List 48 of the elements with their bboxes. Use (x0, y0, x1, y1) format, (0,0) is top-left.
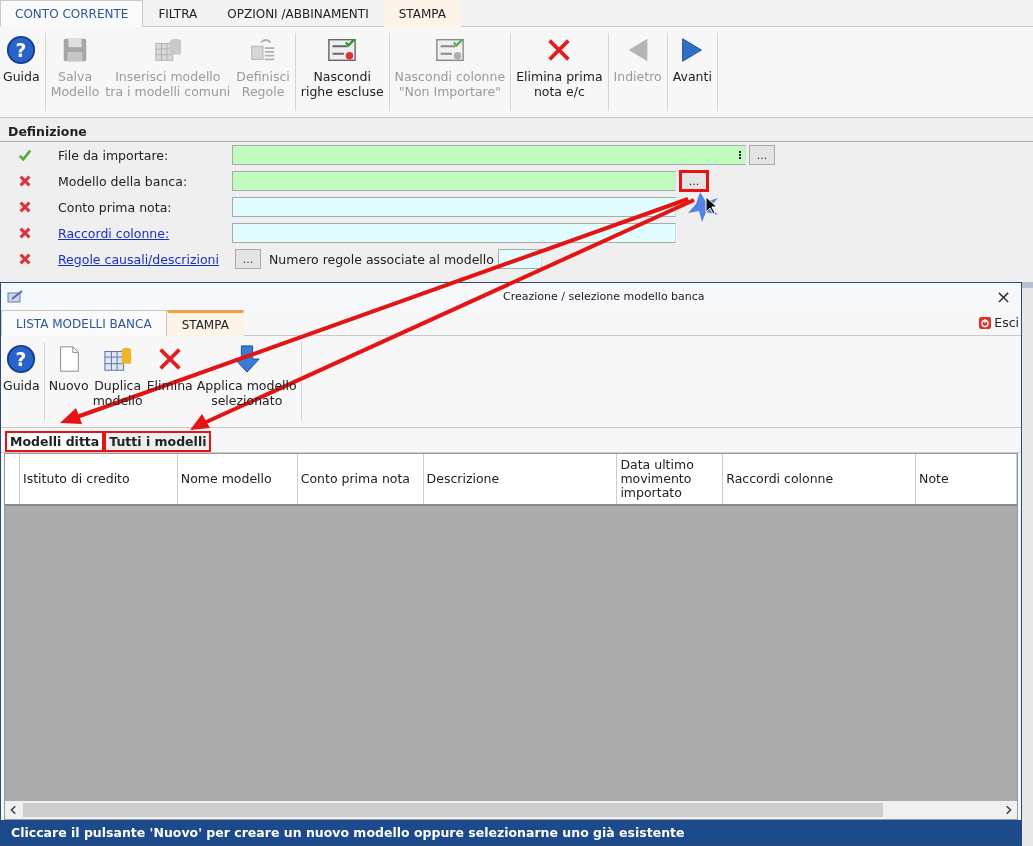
column-header[interactable]: Descrizione (423, 454, 618, 504)
column-header[interactable]: Raccordi colonne (723, 454, 917, 504)
toolbar-button[interactable]: ? Guida (1, 340, 42, 423)
ribbon-tab[interactable]: STAMPA (383, 0, 461, 27)
field-label: File da importare: (57, 147, 170, 163)
apply-icon (231, 344, 262, 374)
view-tab[interactable]: Tutti i modelli (104, 431, 212, 452)
toolbar-button[interactable]: Avanti (669, 31, 715, 113)
toolbar-button[interactable]: Nuovo (46, 340, 91, 423)
column-header[interactable]: Conto prima nota (297, 454, 424, 504)
window-title: Creazione / selezione modello banca (503, 290, 705, 303)
section-title: Definizione (0, 118, 1033, 142)
link[interactable]: Regole causali/descrizioni (32, 251, 232, 267)
ribbon-tab[interactable]: STAMPA (166, 310, 244, 337)
input-field[interactable] (232, 223, 676, 243)
horizontal-scrollbar[interactable] (5, 801, 1017, 819)
input-field[interactable] (232, 171, 676, 191)
power-icon (979, 316, 992, 329)
column-header[interactable]: Data ultimo movimento importato (617, 454, 724, 504)
browse-button[interactable]: ... (749, 145, 775, 165)
input-field[interactable] (232, 197, 676, 217)
field-label: Numero regole associate al modello (269, 251, 494, 267)
window-icon (7, 288, 23, 305)
help-icon: ? (6, 35, 37, 65)
toolbar-button[interactable]: Nascondi righe escluse (297, 31, 387, 113)
field-label: Modello della banca: (57, 173, 189, 189)
scroll-right-icon[interactable] (1003, 805, 1013, 815)
exit-button[interactable]: Esci (977, 310, 1021, 335)
toolbar-button[interactable]: ? Guida (0, 31, 43, 113)
ribbon-tab[interactable]: FILTRA (143, 0, 213, 27)
ribbon-tab[interactable]: CONTO CORRENTE (0, 0, 144, 27)
ribbon-tab[interactable]: LISTA MODELLI BANCA (1, 310, 167, 337)
toolbar-button[interactable]: Elimina prima nota e/c (513, 31, 606, 113)
column-header[interactable]: Note (916, 454, 1017, 504)
scroll-left-icon[interactable] (9, 805, 19, 815)
cursor-icon (688, 192, 718, 222)
browse-button[interactable]: ... (679, 170, 709, 192)
browse-button[interactable]: ... (235, 249, 261, 269)
link[interactable]: Raccordi colonne: (32, 225, 232, 241)
status-bar: Cliccare il pulsante 'Nuovo' per creare un nuovo modello oppure selezionarne uno già esistente (1, 820, 1021, 845)
view-tab[interactable]: Modelli ditta (5, 431, 105, 452)
ribbon-tab[interactable]: OPZIONI /ABBINAMENTI (212, 0, 384, 27)
field-label: Conto prima nota: (57, 199, 173, 215)
column-header[interactable]: Istituto di credito (20, 454, 178, 504)
close-button[interactable]: × (991, 286, 1015, 307)
input-field[interactable] (232, 145, 746, 165)
help-icon: ? (6, 344, 37, 374)
column-header[interactable]: Nome modello (177, 454, 298, 504)
